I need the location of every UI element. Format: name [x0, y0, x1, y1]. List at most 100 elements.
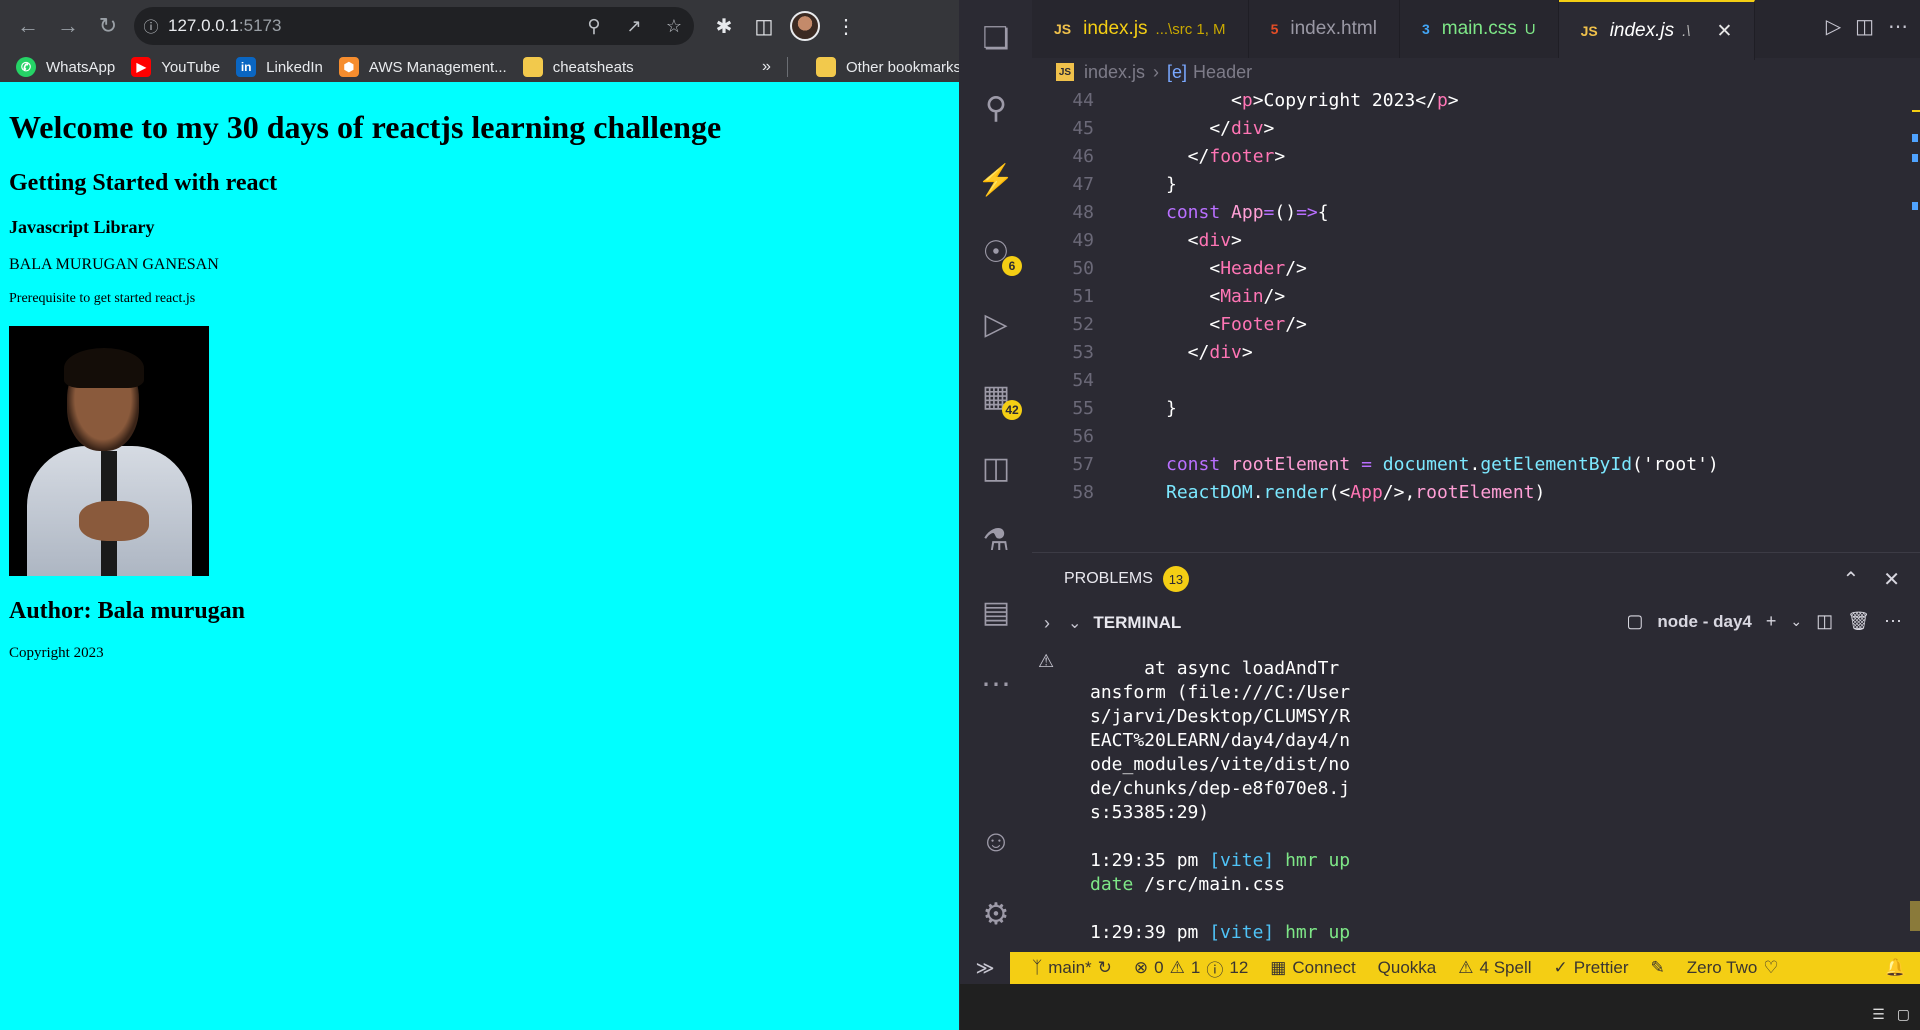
- bookmark-aws[interactable]: ⬢ AWS Management...: [338, 57, 507, 77]
- breadcrumb-file[interactable]: index.js: [1084, 62, 1145, 83]
- extensions-icon[interactable]: ▦ 42: [974, 374, 1022, 420]
- bookmark-linkedin[interactable]: in LinkedIn: [236, 57, 323, 77]
- terminal-output[interactable]: at async loadAndTr ansform (file:///C:/U…: [1090, 657, 1390, 945]
- explorer-icon[interactable]: ❏: [974, 16, 1018, 60]
- lightning-icon[interactable]: ⚡: [974, 158, 1018, 202]
- tab-index-js-active[interactable]: JS index.js .\ ✕: [1558, 0, 1756, 60]
- address-bar[interactable]: ⓘ 127.0.0.1:5173 ⚲ ↗ ☆: [134, 7, 694, 45]
- terminal-section-title[interactable]: TERMINAL: [1093, 613, 1181, 633]
- quokka-status[interactable]: Quokka: [1378, 958, 1437, 978]
- share-icon[interactable]: ↗: [614, 16, 654, 37]
- code-text[interactable]: }: [1166, 395, 1177, 423]
- code-line[interactable]: 49 <div>: [1032, 227, 1920, 255]
- close-panel-icon[interactable]: ✕: [1883, 567, 1900, 592]
- tab-problems[interactable]: PROBLEMS 13: [1064, 566, 1189, 592]
- code-editor[interactable]: 44 <p>Copyright 2023</p> 45 </div> 46 </fo…: [1032, 86, 1920, 551]
- code-line[interactable]: 46 </footer>: [1032, 143, 1920, 171]
- run-debug-icon[interactable]: ▷: [974, 302, 1018, 346]
- code-line[interactable]: 45 </div>: [1032, 115, 1920, 143]
- more-actions-icon[interactable]: ⋯: [1888, 14, 1908, 39]
- maximize-panel-icon[interactable]: ⌃: [1842, 567, 1859, 592]
- tab-index-js-src[interactable]: JS index.js ...\src 1, M: [1032, 0, 1249, 58]
- more-icon[interactable]: ⋯: [974, 662, 1018, 706]
- code-line[interactable]: 51 <Main/>: [1032, 283, 1920, 311]
- code-line[interactable]: 53 </div>: [1032, 339, 1920, 367]
- code-text[interactable]: <Footer/>: [1166, 311, 1307, 339]
- bookmark-whatsapp[interactable]: ✆ WhatsApp: [16, 57, 115, 77]
- branch-icon: ᛉ: [1032, 958, 1043, 977]
- code-text[interactable]: <Main/>: [1166, 283, 1285, 311]
- chevron-right-icon[interactable]: ›: [1044, 613, 1050, 634]
- trash-icon[interactable]: 🗑: [1847, 611, 1870, 632]
- code-line[interactable]: 44 <p>Copyright 2023</p>: [1032, 87, 1920, 115]
- forward-arrow-icon[interactable]: →: [48, 6, 88, 46]
- spell-status[interactable]: ⚠ 4 Spell: [1458, 958, 1531, 978]
- bookmark-cheatsheats[interactable]: cheatsheats: [522, 57, 634, 77]
- tray-list-icon[interactable]: ☰: [1872, 1006, 1885, 1023]
- git-branch[interactable]: ᛉ main* ↻: [1032, 958, 1112, 978]
- code-line[interactable]: 47}: [1032, 171, 1920, 199]
- close-tab-icon[interactable]: ✕: [1716, 20, 1732, 43]
- code-text[interactable]: </div>: [1166, 115, 1274, 143]
- remote-indicator[interactable]: ≫: [960, 952, 1010, 984]
- code-line[interactable]: 54: [1032, 367, 1920, 395]
- notebook-icon[interactable]: ▤: [974, 590, 1018, 634]
- new-terminal-plus-icon[interactable]: +: [1766, 611, 1777, 632]
- remote-explorer-icon[interactable]: ◫: [974, 446, 1018, 490]
- manage-gear-icon[interactable]: ⚙: [974, 892, 1018, 936]
- code-line[interactable]: 50 <Header/>: [1032, 255, 1920, 283]
- reload-icon[interactable]: ↻: [88, 6, 128, 46]
- double-check-icon: ✓: [1553, 958, 1568, 977]
- tray-window-icon[interactable]: ▢: [1897, 1006, 1910, 1023]
- sync-icon[interactable]: ↻: [1098, 958, 1112, 978]
- star-icon[interactable]: ☆: [654, 16, 694, 37]
- source-control-icon[interactable]: ☉ 6: [974, 230, 1022, 276]
- code-line[interactable]: 52 <Footer/>: [1032, 311, 1920, 339]
- bookmark-youtube[interactable]: ▶ YouTube: [131, 57, 220, 77]
- profile-avatar[interactable]: [790, 11, 820, 41]
- tab-main-css[interactable]: 3 main.css U: [1400, 0, 1559, 58]
- code-text[interactable]: }: [1166, 171, 1177, 199]
- breadcrumb-symbol[interactable]: Header: [1193, 62, 1252, 83]
- testing-flask-icon[interactable]: ⚗: [974, 518, 1018, 562]
- code-text[interactable]: <div>: [1166, 227, 1242, 255]
- site-info-icon[interactable]: ⓘ: [134, 16, 168, 37]
- chevron-down-icon[interactable]: ⌄: [1790, 613, 1802, 630]
- problems-status[interactable]: ⊗ 0 ⚠ 1 ⓘ 12: [1134, 956, 1248, 981]
- code-line[interactable]: 58 ReactDOM.render(<App/>,rootElement): [1032, 479, 1920, 507]
- run-icon[interactable]: ▷: [1826, 14, 1841, 39]
- code-text[interactable]: const App=()=>{: [1166, 199, 1329, 227]
- theme-status[interactable]: Zero Two ♡: [1687, 958, 1779, 978]
- code-text[interactable]: </footer>: [1166, 143, 1286, 171]
- code-text[interactable]: ReactDOM.render(<App/>,rootElement): [1166, 479, 1545, 507]
- code-text[interactable]: </div>: [1166, 339, 1253, 367]
- sidepanel-icon[interactable]: ◫: [744, 6, 784, 46]
- notifications-bell-icon[interactable]: 🔔: [1885, 958, 1906, 978]
- accounts-icon[interactable]: ☺: [974, 820, 1018, 864]
- live-share-icon[interactable]: ✎: [1651, 958, 1665, 978]
- code-line[interactable]: 56: [1032, 423, 1920, 451]
- split-editor-icon[interactable]: ◫: [1855, 14, 1874, 39]
- terminal-selector[interactable]: node - day4: [1657, 612, 1751, 632]
- tab-index-html[interactable]: 5 index.html: [1249, 0, 1400, 58]
- extensions-icon[interactable]: ✱: [704, 6, 744, 46]
- chevron-down-icon[interactable]: ⌄: [1068, 613, 1081, 633]
- prettier-status[interactable]: ✓ Prettier: [1554, 958, 1629, 978]
- zoom-icon[interactable]: ⚲: [574, 16, 614, 37]
- search-icon[interactable]: ⚲: [974, 86, 1018, 130]
- code-line[interactable]: 48 const App=()=>{: [1032, 199, 1920, 227]
- url-text[interactable]: 127.0.0.1:5173: [168, 16, 574, 36]
- back-arrow-icon[interactable]: ←: [8, 6, 48, 46]
- more-actions-icon[interactable]: ⋯: [1884, 611, 1902, 632]
- code-text[interactable]: const rootElement = document.getElementB…: [1166, 451, 1719, 479]
- code-line[interactable]: 57 const rootElement = document.getElemen…: [1032, 451, 1920, 479]
- code-text[interactable]: <Header/>: [1166, 255, 1307, 283]
- terminal-scrollbar[interactable]: [1910, 901, 1920, 931]
- menu-kebab-icon[interactable]: ⋮: [826, 6, 866, 46]
- code-line[interactable]: 55}: [1032, 395, 1920, 423]
- bookmarks-overflow-button[interactable]: »: [762, 58, 771, 76]
- other-bookmarks-folder[interactable]: Other bookmarks: [816, 57, 959, 77]
- connect-status[interactable]: ▦ Connect: [1270, 958, 1355, 978]
- code-text[interactable]: <p>Copyright 2023</p>: [1166, 87, 1459, 115]
- split-terminal-icon[interactable]: ◫: [1816, 611, 1833, 632]
